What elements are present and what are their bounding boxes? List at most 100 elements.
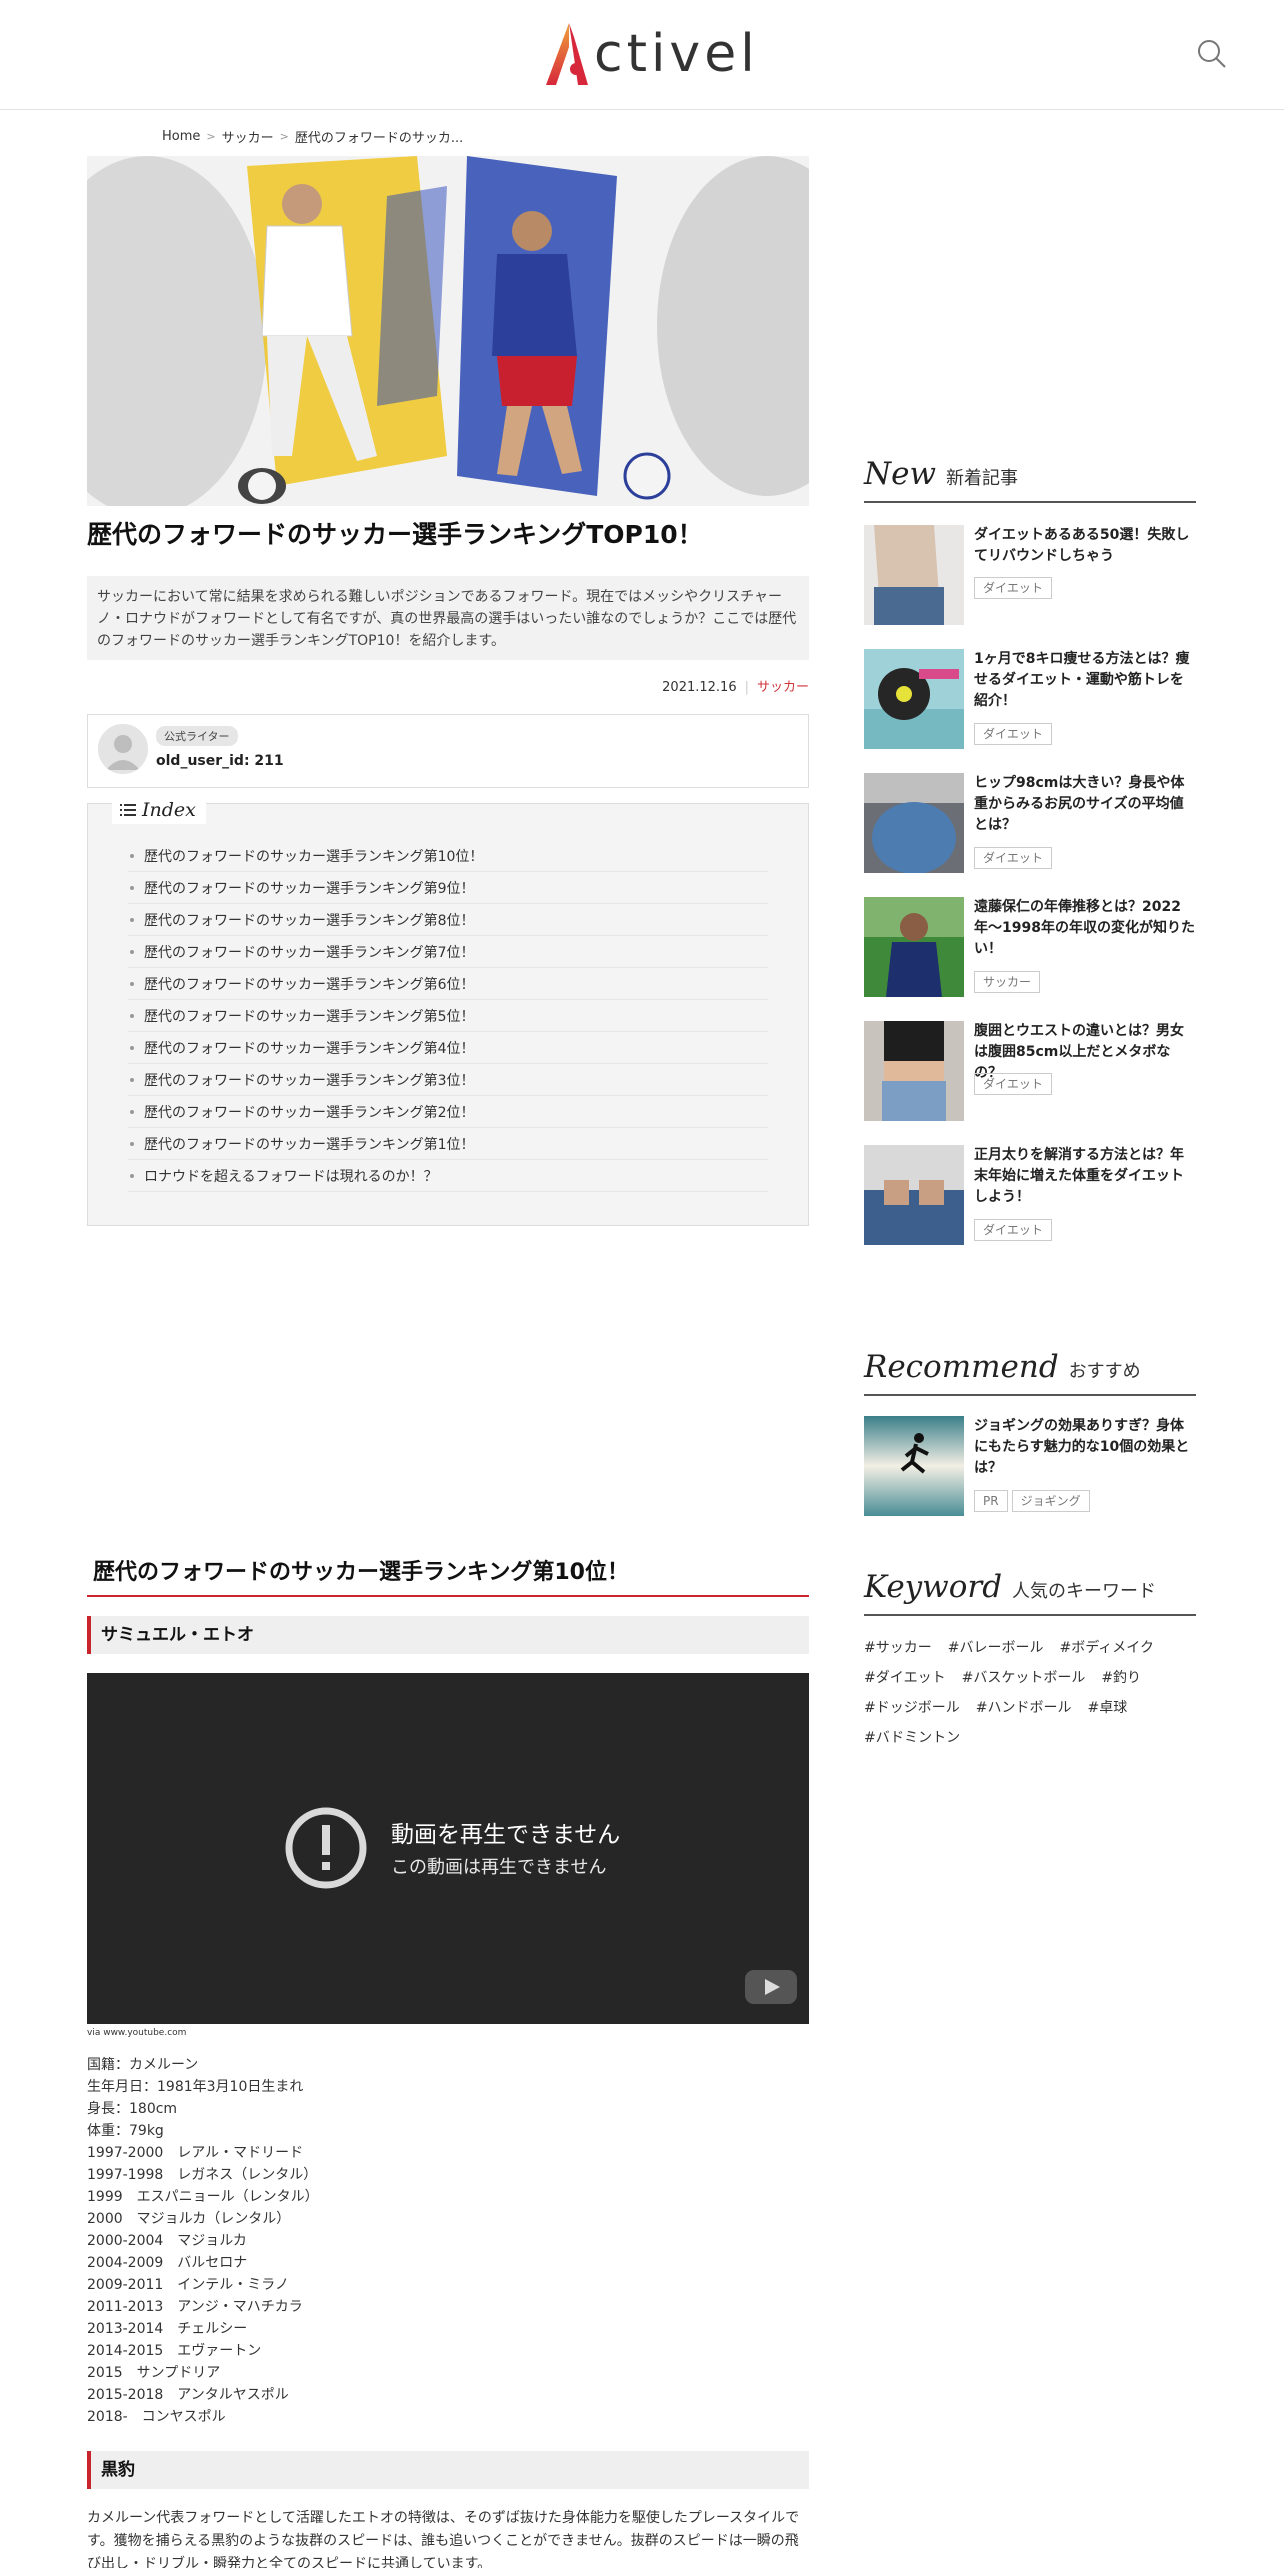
heading-en: Recommend xyxy=(864,1349,1059,1385)
sidebar-article[interactable]: ヒップ98cmは大きい？身長や体重からみるお尻のサイズの平均値とは？ ダイエット xyxy=(864,773,1196,875)
keyword-list: #サッカー #バレーボール #ボディメイク #ダイエット #バスケットボール #… xyxy=(864,1637,1196,1747)
video-error-subtitle: この動画は再生できません xyxy=(391,1857,607,1878)
sidebar-article[interactable]: 1ヶ月で8キロ痩せる方法とは？痩せるダイエット・運動や筋トレを紹介！ ダイエット xyxy=(864,649,1196,751)
sidebar-recommend-heading: Recommend おすすめ xyxy=(864,1346,1196,1396)
hero-image xyxy=(87,156,809,506)
index-item[interactable]: 歴代のフォワードのサッカー選手ランキング第8位！ xyxy=(128,904,768,936)
keyword-link[interactable]: #ボディメイク xyxy=(1059,1637,1153,1657)
index-item[interactable]: 歴代のフォワードのサッカー選手ランキング第4位！ xyxy=(128,1032,768,1064)
keyword-link[interactable]: #サッカー xyxy=(864,1637,932,1657)
profile-line: 2015 サンプドリア xyxy=(87,2365,221,2381)
profile-line: 1997-1998 レガネス（レンタル） xyxy=(87,2167,318,2183)
heading-en: Keyword xyxy=(864,1569,1003,1605)
search-icon[interactable] xyxy=(1192,34,1232,74)
sidebar-keyword-heading: Keyword 人気のキーワード xyxy=(864,1566,1196,1616)
avatar xyxy=(98,724,148,774)
article-thumbnail xyxy=(864,1145,964,1245)
breadcrumb-home[interactable]: Home xyxy=(162,129,200,144)
index-item[interactable]: 歴代のフォワードのサッカー選手ランキング第7位！ xyxy=(128,936,768,968)
index-item[interactable]: 歴代のフォワードのサッカー選手ランキング第9位！ xyxy=(128,872,768,904)
tag[interactable]: ダイエット xyxy=(974,723,1052,745)
youtube-play-icon[interactable] xyxy=(745,1968,797,2006)
tag-list: ダイエット xyxy=(974,577,1052,599)
player-profile: 国籍：カメルーン 生年月日：1981年3月10日生まれ 身長：180cm 体重：… xyxy=(87,2054,319,2428)
keyword-link[interactable]: #ダイエット xyxy=(864,1667,946,1687)
sidebar-article[interactable]: 腹囲とウエストの違いとは？男女は腹囲85cm以上だとメタボなの？ ダイエット xyxy=(864,1021,1196,1123)
article-thumbnail xyxy=(864,1416,964,1516)
author-box[interactable]: 公式ライター old_user_id: 211 xyxy=(87,714,809,788)
index-item[interactable]: 歴代のフォワードのサッカー選手ランキング第5位！ xyxy=(128,1000,768,1032)
tag-list: ダイエット xyxy=(974,723,1052,745)
profile-line: 2018- コンヤスポル xyxy=(87,2409,226,2425)
keyword-link[interactable]: #バレーボール xyxy=(948,1637,1044,1657)
tag-list: サッカー xyxy=(974,971,1041,993)
index-title: Index xyxy=(142,799,196,821)
keyword-link[interactable]: #ドッジボール xyxy=(864,1697,960,1717)
profile-line: 体重：79kg xyxy=(87,2123,164,2139)
heading-en: New xyxy=(864,456,937,492)
keyword-link[interactable]: #ハンドボール xyxy=(976,1697,1072,1717)
keyword-link[interactable]: #卓球 xyxy=(1087,1697,1127,1717)
index-item[interactable]: 歴代のフォワードのサッカー選手ランキング第2位！ xyxy=(128,1096,768,1128)
list-icon xyxy=(120,804,136,816)
embedded-video[interactable]: 動画を再生できません この動画は再生できません xyxy=(87,1673,809,2024)
article-thumbnail xyxy=(864,1021,964,1121)
tag-list: ダイエット xyxy=(974,1073,1052,1095)
index-item[interactable]: 歴代のフォワードのサッカー選手ランキング第6位！ xyxy=(128,968,768,1000)
keyword-link[interactable]: #バドミントン xyxy=(864,1727,960,1747)
index-item[interactable]: 歴代のフォワードのサッカー選手ランキング第10位！ xyxy=(128,840,768,872)
tag[interactable]: ジョギング xyxy=(1011,1490,1090,1512)
index-item[interactable]: 歴代のフォワードのサッカー選手ランキング第3位！ xyxy=(128,1064,768,1096)
tag[interactable]: ダイエット xyxy=(974,847,1052,869)
article-meta: 2021.12.16 | サッカー xyxy=(87,676,809,695)
profile-line: 2009-2011 インテル・ミラノ xyxy=(87,2277,290,2293)
author-name: old_user_id: 211 xyxy=(156,753,284,769)
logo-a-mark xyxy=(546,23,588,85)
profile-line: 2015-2018 アンタルヤスポル xyxy=(87,2387,289,2403)
index-list: 歴代のフォワードのサッカー選手ランキング第10位！ 歴代のフォワードのサッカー選… xyxy=(128,840,768,1192)
meta-divider: | xyxy=(744,680,749,695)
tag-list: PR ジョギング xyxy=(974,1490,1090,1512)
sidebar-recommend-article[interactable]: ジョギングの効果ありすぎ？身体にもたらす魅力的な10個の効果とは？ PR ジョギ… xyxy=(864,1416,1196,1518)
body-paragraph: カメルーン代表フォワードとして活躍したエトオの特徴は、そのずば抜けた身体能力を駆… xyxy=(87,2510,800,2568)
tag[interactable]: ダイエット xyxy=(974,1219,1052,1241)
article-thumbnail xyxy=(864,897,964,997)
article-title[interactable]: ヒップ98cmは大きい？身長や体重からみるお尻のサイズの平均値とは？ xyxy=(974,773,1196,836)
article-title: 歴代のフォワードのサッカー選手ランキングTOP10！ xyxy=(87,520,703,549)
video-error-title: 動画を再生できません xyxy=(391,1822,621,1848)
article-title[interactable]: 正月太りを解消する方法とは？年末年始に増えた体重をダイエットしよう！ xyxy=(974,1145,1196,1208)
article-title[interactable]: 1ヶ月で8キロ痩せる方法とは？痩せるダイエット・運動や筋トレを紹介！ xyxy=(974,649,1196,712)
subsection-heading: 黒豹 xyxy=(87,2451,809,2489)
sidebar-article[interactable]: 遠藤保仁の年俸推移とは？2022年〜1998年の年収の変化が知りたい！ サッカー xyxy=(864,897,1196,999)
article-title[interactable]: ダイエットあるある50選！失敗してリバウンドしちゃう xyxy=(974,525,1196,567)
table-of-contents: Index 歴代のフォワードのサッカー選手ランキング第10位！ 歴代のフォワード… xyxy=(87,796,809,1226)
profile-line: 2000-2004 マジョルカ xyxy=(87,2233,247,2249)
index-item[interactable]: ロナウドを超えるフォワードは現れるのか！？ xyxy=(128,1160,768,1192)
site-logo[interactable]: ctivel xyxy=(540,14,759,94)
article-category-link[interactable]: サッカー xyxy=(757,680,809,695)
sidebar-article[interactable]: 正月太りを解消する方法とは？年末年始に増えた体重をダイエットしよう！ ダイエット xyxy=(864,1145,1196,1247)
article-title[interactable]: 遠藤保仁の年俸推移とは？2022年〜1998年の年収の変化が知りたい！ xyxy=(974,897,1196,960)
site-header: ctivel xyxy=(0,0,1284,110)
tag-pr[interactable]: PR xyxy=(974,1490,1008,1512)
keyword-link[interactable]: #バスケットボール xyxy=(962,1667,1086,1687)
logo-text: ctivel xyxy=(594,24,759,84)
article-lead: サッカーにおいて常に結果を求められる難しいポジションであるフォワード。現在ではメ… xyxy=(87,576,809,660)
chevron-right-icon: > xyxy=(206,130,216,143)
profile-line: 国籍：カメルーン xyxy=(87,2057,199,2073)
article-thumbnail xyxy=(864,649,964,749)
profile-line: 2004-2009 バルセロナ xyxy=(87,2255,248,2271)
breadcrumb-category[interactable]: サッカー xyxy=(222,127,274,146)
sidebar-article[interactable]: ダイエットあるある50選！失敗してリバウンドしちゃう ダイエット xyxy=(864,525,1196,627)
tag[interactable]: サッカー xyxy=(974,971,1041,993)
tag-list: ダイエット xyxy=(974,1219,1052,1241)
tag[interactable]: ダイエット xyxy=(974,1073,1052,1095)
error-icon xyxy=(285,1807,367,1889)
sidebar-new-heading: New 新着記事 xyxy=(864,453,1196,503)
keyword-link[interactable]: #釣り xyxy=(1101,1667,1141,1687)
video-source-link[interactable]: via www.youtube.com xyxy=(87,2028,186,2038)
index-item[interactable]: 歴代のフォワードのサッカー選手ランキング第1位！ xyxy=(128,1128,768,1160)
article-title[interactable]: ジョギングの効果ありすぎ？身体にもたらす魅力的な10個の効果とは？ xyxy=(974,1416,1196,1479)
profile-line: 2013-2014 チェルシー xyxy=(87,2321,248,2337)
tag[interactable]: ダイエット xyxy=(974,577,1052,599)
